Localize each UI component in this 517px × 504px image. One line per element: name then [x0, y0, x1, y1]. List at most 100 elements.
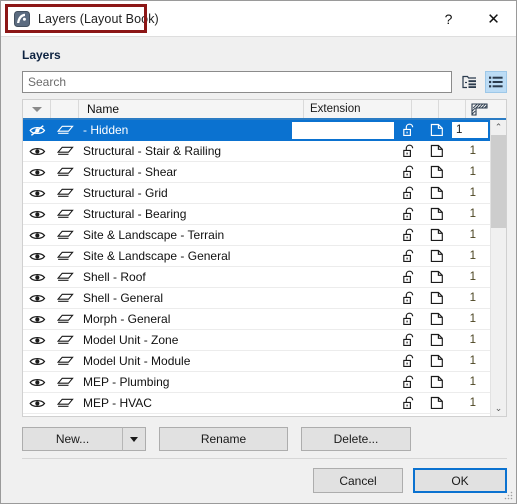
table-row[interactable]: Shell - General 1 [23, 288, 490, 309]
list-view-icon[interactable] [485, 71, 507, 93]
lock-open-icon[interactable] [396, 372, 423, 392]
intersection-cell[interactable]: 1 [450, 288, 490, 308]
visibility-visible-icon[interactable] [23, 204, 51, 224]
visibility-visible-icon[interactable] [23, 162, 51, 182]
extension-cell[interactable] [288, 351, 396, 371]
extension-cell[interactable] [288, 225, 396, 245]
vertical-scrollbar[interactable]: ⌃ ⌄ [490, 120, 506, 416]
scrollbar-track[interactable] [491, 135, 506, 401]
scroll-up-arrow-icon[interactable]: ⌃ [491, 120, 506, 135]
table-row[interactable]: Structural - Grid 1 [23, 183, 490, 204]
visibility-visible-icon[interactable] [23, 393, 51, 413]
scroll-down-arrow-icon[interactable]: ⌄ [491, 401, 506, 416]
lock-open-icon[interactable] [396, 351, 423, 371]
intersection-cell[interactable]: 1 [450, 393, 490, 413]
extension-input[interactable] [292, 121, 394, 139]
extension-cell[interactable] [288, 309, 396, 329]
visibility-visible-icon[interactable] [23, 183, 51, 203]
sheet-icon[interactable] [423, 330, 450, 350]
visibility-visible-icon[interactable] [23, 309, 51, 329]
column-header-name[interactable]: Name [79, 100, 304, 118]
sheet-icon[interactable] [423, 372, 450, 392]
intersection-cell[interactable]: 1 [450, 183, 490, 203]
column-header-layer[interactable] [51, 100, 79, 118]
column-header-sort[interactable] [23, 100, 51, 118]
intersection-cell[interactable]: 1 [450, 246, 490, 266]
delete-button[interactable]: Delete... [301, 427, 411, 451]
column-header-lock[interactable] [412, 100, 439, 118]
lock-open-icon[interactable] [396, 204, 423, 224]
table-row[interactable]: MEP - Plumbing 1 [23, 372, 490, 393]
visibility-visible-icon[interactable] [23, 267, 51, 287]
visibility-visible-icon[interactable] [23, 351, 51, 371]
lock-open-icon[interactable] [396, 246, 423, 266]
table-row[interactable]: Morph - General 1 [23, 309, 490, 330]
lock-open-icon[interactable] [396, 141, 423, 161]
sheet-icon[interactable] [423, 393, 450, 413]
search-input[interactable] [22, 71, 452, 93]
table-row[interactable]: Shell - Roof 1 [23, 267, 490, 288]
scrollbar-thumb[interactable] [491, 135, 506, 228]
lock-open-icon[interactable] [396, 225, 423, 245]
intersection-cell[interactable]: 1 [450, 330, 490, 350]
new-dropdown-button[interactable] [122, 427, 146, 451]
ok-button[interactable]: OK [413, 468, 507, 493]
sheet-icon[interactable] [423, 141, 450, 161]
sheet-icon[interactable] [423, 162, 450, 182]
sheet-icon[interactable] [423, 225, 450, 245]
visibility-visible-icon[interactable] [23, 330, 51, 350]
intersection-cell[interactable]: 1 [450, 309, 490, 329]
sheet-icon[interactable] [423, 246, 450, 266]
intersection-cell[interactable]: 1 [450, 372, 490, 392]
table-row[interactable]: Structural - Stair & Railing 1 [23, 141, 490, 162]
table-row[interactable]: Structural - Shear 1 [23, 162, 490, 183]
new-button[interactable]: New... [22, 427, 122, 451]
lock-open-icon[interactable] [396, 183, 423, 203]
lock-open-icon[interactable] [396, 330, 423, 350]
sheet-icon[interactable] [423, 120, 450, 140]
lock-open-icon[interactable] [396, 267, 423, 287]
intersection-cell[interactable]: 1 [450, 267, 490, 287]
tree-view-icon[interactable] [459, 71, 481, 93]
sheet-icon[interactable] [423, 204, 450, 224]
extension-cell[interactable] [288, 162, 396, 182]
visibility-visible-icon[interactable] [23, 246, 51, 266]
lock-open-icon[interactable] [396, 162, 423, 182]
visibility-visible-icon[interactable] [23, 372, 51, 392]
lock-open-icon[interactable] [396, 393, 423, 413]
extension-cell[interactable] [288, 267, 396, 287]
rename-button[interactable]: Rename [159, 427, 288, 451]
new-split-button[interactable]: New... [22, 427, 146, 451]
extension-cell[interactable] [288, 120, 396, 140]
table-row[interactable]: - Hidden 1 [23, 120, 490, 141]
visibility-visible-icon[interactable] [23, 141, 51, 161]
intersection-cell[interactable]: 1 [450, 225, 490, 245]
lock-open-icon[interactable] [396, 120, 423, 140]
sheet-icon[interactable] [423, 351, 450, 371]
sheet-icon[interactable] [423, 267, 450, 287]
visibility-hidden-icon[interactable] [23, 120, 51, 140]
intersection-cell[interactable]: 1 [450, 162, 490, 182]
help-button[interactable]: ? [426, 1, 471, 36]
column-header-extension[interactable]: Extension [304, 100, 412, 118]
column-header-intersection[interactable] [466, 100, 506, 118]
table-row[interactable]: Model Unit - Zone 1 [23, 330, 490, 351]
intersection-input[interactable]: 1 [452, 122, 488, 138]
table-row[interactable]: Model Unit - Module 1 [23, 351, 490, 372]
extension-cell[interactable] [288, 141, 396, 161]
sheet-icon[interactable] [423, 183, 450, 203]
intersection-cell[interactable]: 1 [450, 204, 490, 224]
extension-cell[interactable] [288, 393, 396, 413]
table-row[interactable]: Structural - Bearing 1 [23, 204, 490, 225]
visibility-visible-icon[interactable] [23, 225, 51, 245]
resize-grip-icon[interactable] [503, 490, 513, 500]
intersection-cell[interactable]: 1 [450, 141, 490, 161]
cancel-button[interactable]: Cancel [313, 468, 403, 493]
extension-cell[interactable] [288, 288, 396, 308]
extension-cell[interactable] [288, 372, 396, 392]
lock-open-icon[interactable] [396, 288, 423, 308]
extension-cell[interactable] [288, 204, 396, 224]
close-icon[interactable]: ✕ [471, 1, 516, 36]
extension-cell[interactable] [288, 183, 396, 203]
extension-cell[interactable] [288, 330, 396, 350]
